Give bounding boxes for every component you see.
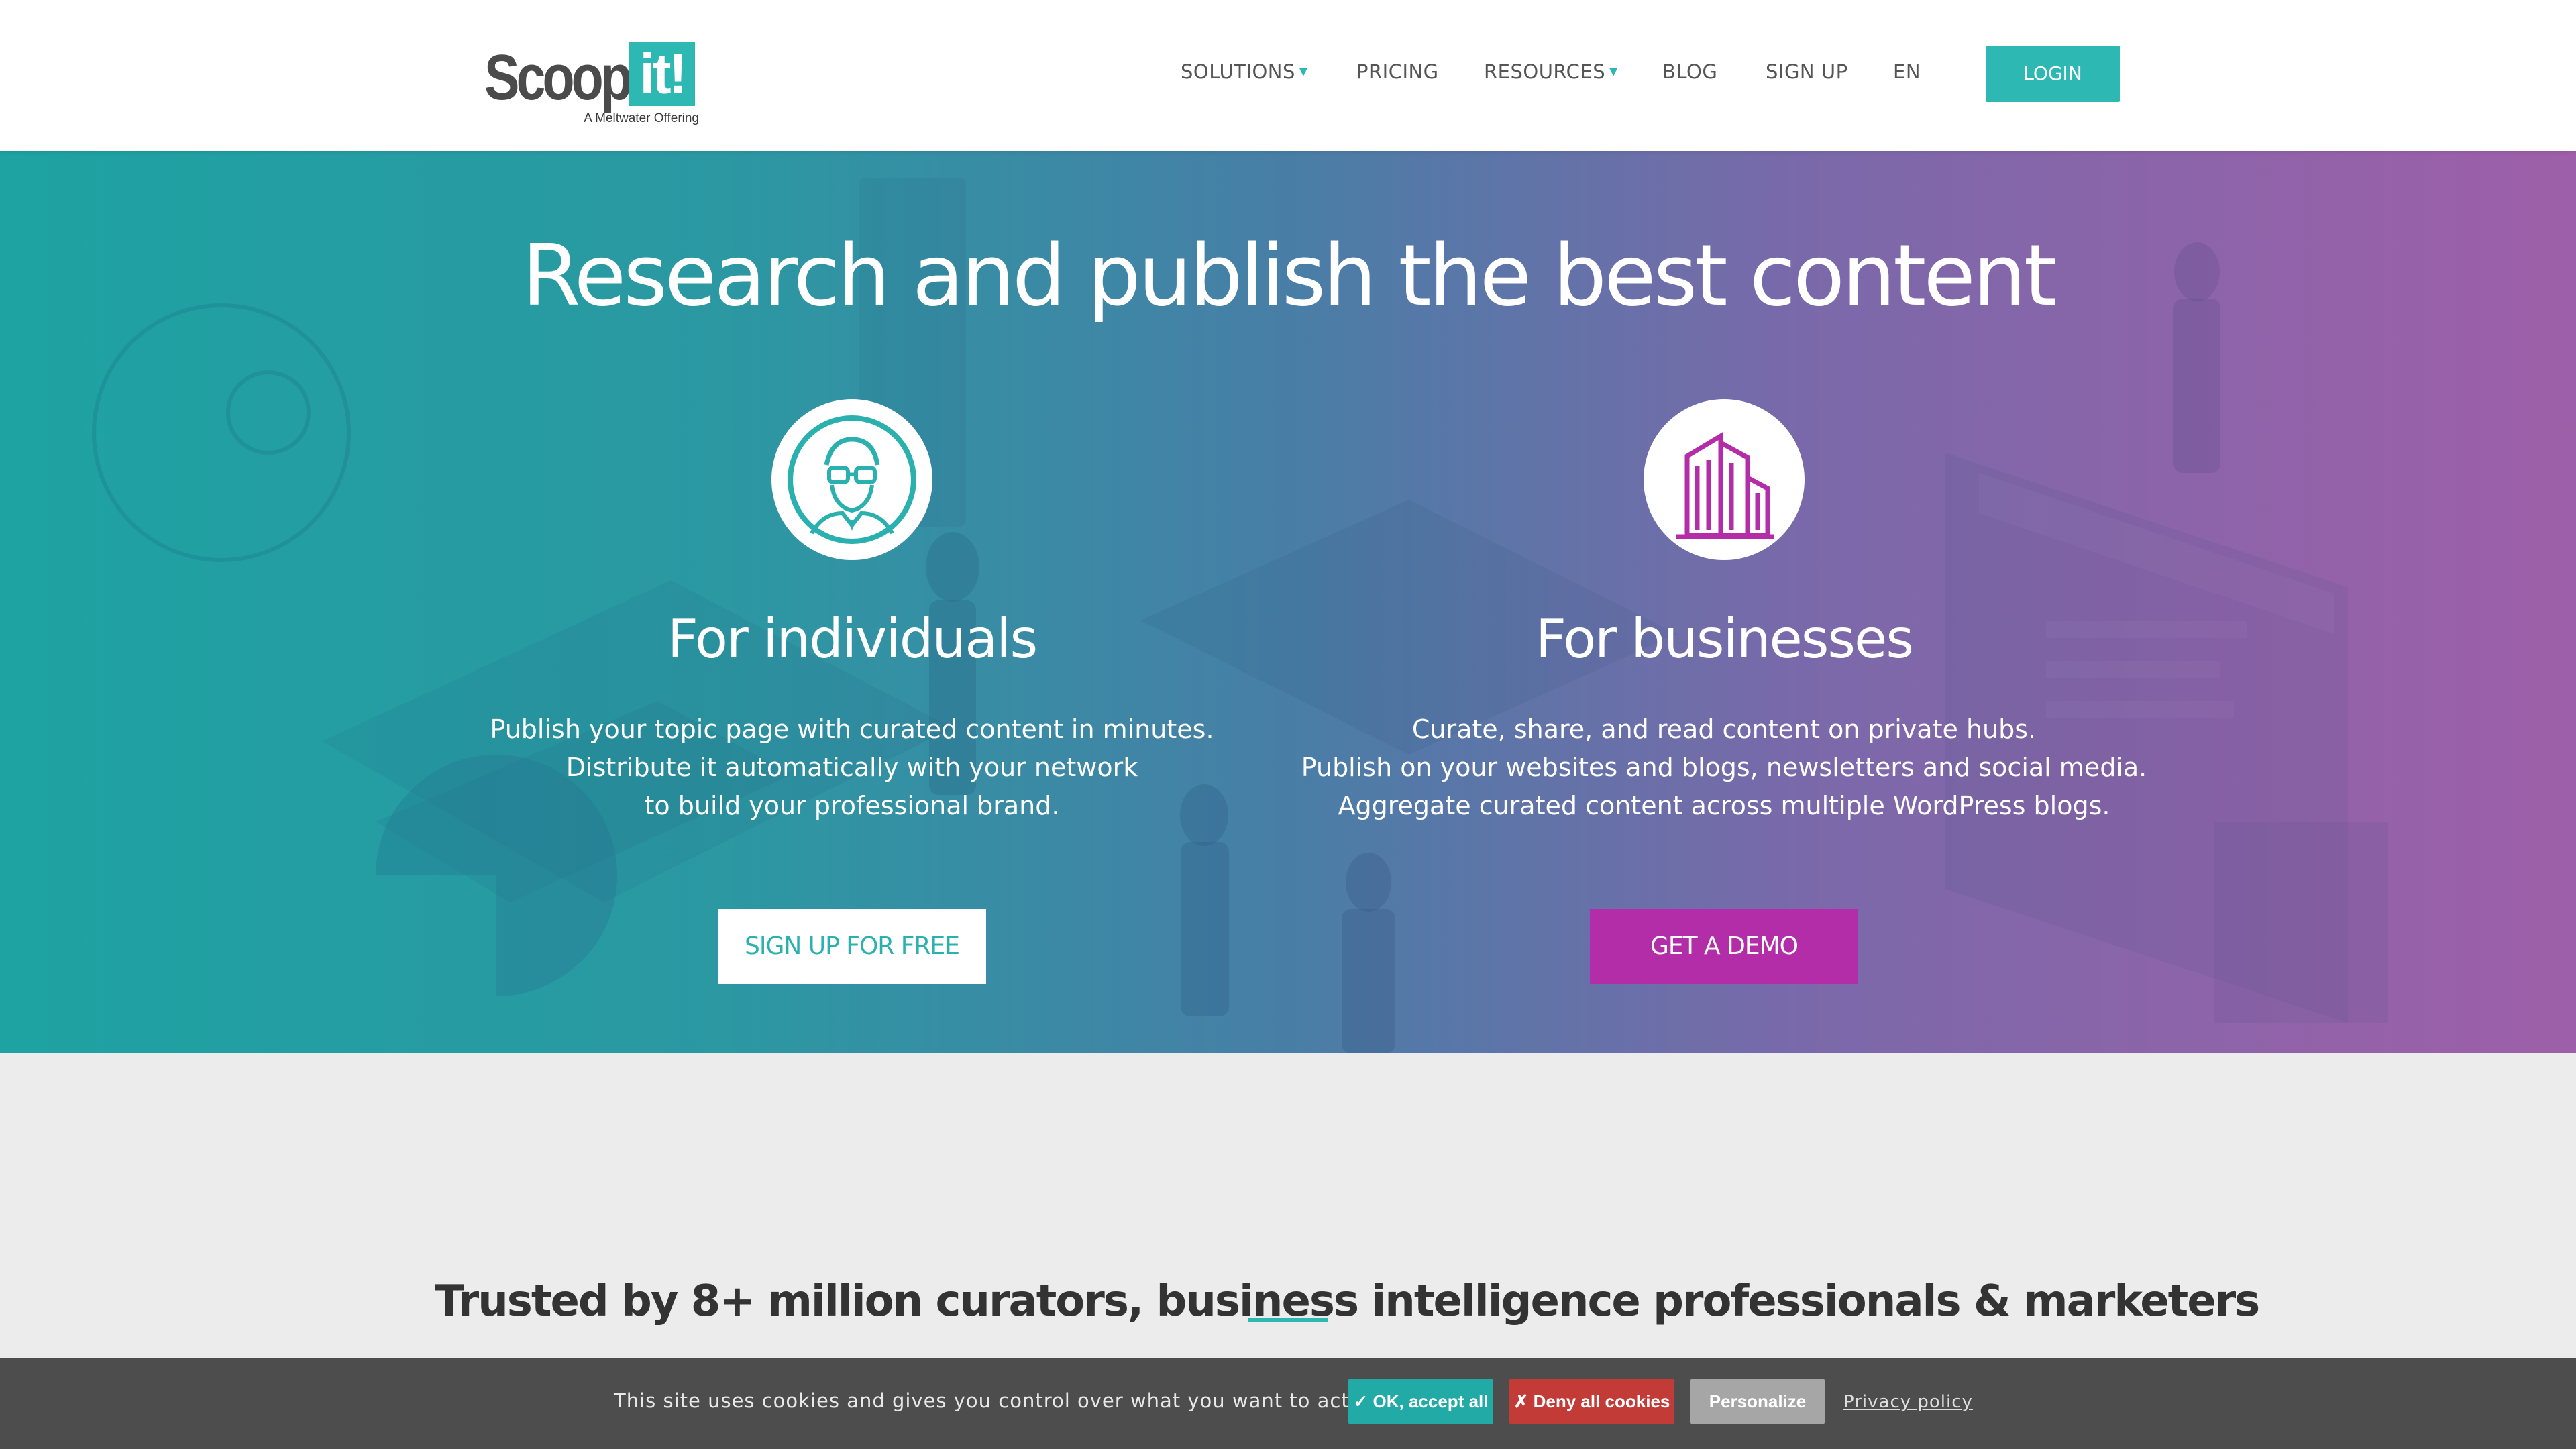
individuals-line: Distribute it automatically with your ne… bbox=[566, 753, 1138, 782]
nav-solutions[interactable]: SOLUTIONS ▾ bbox=[1181, 60, 1307, 83]
scoopit-logo[interactable]: Scoop. it! A Meltwater Offering bbox=[484, 40, 699, 131]
accept-all-cookies-button[interactable]: ✓ OK, accept all bbox=[1348, 1379, 1493, 1424]
nav-resources[interactable]: RESOURCES ▾ bbox=[1484, 60, 1618, 83]
section-divider bbox=[1248, 1318, 1328, 1322]
logo-badge: it! bbox=[629, 42, 695, 106]
get-a-demo-button[interactable]: GET A DEMO bbox=[1590, 909, 1858, 984]
individuals-line: Publish your topic page with curated con… bbox=[490, 714, 1214, 744]
businesses-line: Aggregate curated content across multipl… bbox=[1338, 791, 2110, 820]
individuals-description: Publish your topic page with curated con… bbox=[423, 710, 1281, 825]
logo-tagline: A Meltwater Offering bbox=[584, 111, 699, 125]
nav-blog-label: BLOG bbox=[1662, 60, 1718, 83]
trusted-heading: Trusted by 8+ million curators, business… bbox=[435, 1277, 2260, 1327]
nav-pricing-label: PRICING bbox=[1356, 60, 1439, 83]
cookie-message: This site uses cookies and gives you con… bbox=[614, 1389, 1401, 1412]
personalize-cookies-button[interactable]: Personalize bbox=[1690, 1379, 1825, 1424]
businesses-icon-circle bbox=[1644, 399, 1805, 560]
businesses-heading: For businesses bbox=[1536, 608, 1914, 670]
individuals-column: For individuals Publish your topic page … bbox=[423, 399, 1281, 984]
person-with-glasses-icon bbox=[788, 415, 916, 544]
nav-language-label: EN bbox=[1893, 60, 1921, 83]
businesses-description: Curate, share, and read content on priva… bbox=[1295, 710, 2153, 825]
nav-blog[interactable]: BLOG bbox=[1662, 60, 1717, 83]
individuals-line: to build your professional brand. bbox=[644, 791, 1060, 820]
businesses-line: Publish on your websites and blogs, news… bbox=[1301, 753, 2147, 782]
hero-section: Research and publish the best content Fo… bbox=[0, 151, 2576, 1053]
hero-title: Research and publish the best content bbox=[521, 226, 2057, 325]
businesses-column: For businesses Curate, share, and read c… bbox=[1295, 399, 2153, 984]
nav-pricing[interactable]: PRICING bbox=[1356, 60, 1439, 83]
privacy-policy-link[interactable]: Privacy policy bbox=[1843, 1392, 1973, 1412]
nav-resources-label: RESOURCES bbox=[1484, 60, 1606, 83]
sign-up-for-free-button[interactable]: SIGN UP FOR FREE bbox=[718, 909, 986, 984]
nav-sign-up[interactable]: SIGN UP bbox=[1766, 60, 1848, 83]
nav-sign-up-label: SIGN UP bbox=[1766, 60, 1848, 83]
individuals-heading: For individuals bbox=[667, 608, 1038, 670]
businesses-line: Curate, share, and read content on priva… bbox=[1411, 714, 2037, 744]
nav-solutions-label: SOLUTIONS bbox=[1181, 60, 1295, 83]
nav-language[interactable]: EN bbox=[1893, 60, 1921, 83]
individuals-icon-circle bbox=[771, 399, 932, 560]
deny-all-cookies-button[interactable]: ✗ Deny all cookies bbox=[1509, 1379, 1674, 1424]
login-button[interactable]: LOGIN bbox=[1986, 46, 2120, 102]
caret-down-icon: ▾ bbox=[1299, 62, 1308, 80]
logo-wordmark: Scoop. bbox=[484, 42, 644, 113]
site-header: Scoop. it! A Meltwater Offering SOLUTION… bbox=[0, 0, 2576, 151]
office-buildings-icon bbox=[1676, 431, 1774, 539]
cookie-consent-bar: This site uses cookies and gives you con… bbox=[0, 1358, 2576, 1449]
caret-down-icon: ▾ bbox=[1609, 62, 1618, 80]
